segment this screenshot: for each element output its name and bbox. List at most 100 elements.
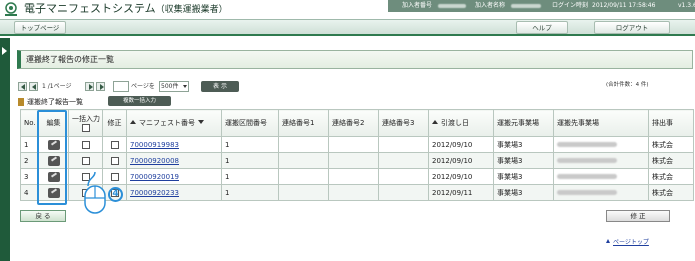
first-page-icon[interactable] [18,82,27,91]
bulk-input-checkbox[interactable] [81,156,90,165]
col-handover-header[interactable]: 引渡し日 [428,109,494,137]
sort-asc-icon [130,120,136,124]
dest-cell [553,152,649,169]
nav-bar: トップページ ヘルプ ログアウト [0,19,695,36]
subscriber-no-label: 加入者番号 [402,2,433,9]
fix-cell [102,136,127,153]
page-top-link[interactable]: ページトップ [613,237,649,246]
pencil-icon [18,98,24,106]
page-suffix-label: ページを [131,83,155,90]
total-count: (合計件数：4 件) [606,82,649,88]
dest-cell [553,184,649,201]
ref3-cell [378,184,429,201]
edit-column-highlight [37,110,67,205]
handover-cell: 2012/09/10 [428,136,494,153]
col-origin-header: 運搬元事業場 [493,109,554,137]
ref2-cell [328,152,379,169]
ref1-cell [278,184,329,201]
row-no: 2 [20,152,39,169]
col-discharger-header: 排出事 [648,109,694,137]
bulk-input-button[interactable]: 複数一括入力 [108,96,171,106]
origin-cell: 事業場3 [493,136,554,153]
section-cell: 1 [221,136,279,153]
prev-page-icon[interactable] [29,82,38,91]
page: 電子マニフェストシステム（収集運搬業者） 加入者番号 加入者名称 ログイン時刻 … [0,0,695,261]
table-header-row: No. 編集 一括入力 修正 マニフェスト番号 運搬区間番号 連絡番号1 連絡番… [20,109,694,137]
expand-arrow-icon [2,47,7,55]
next-page-icon[interactable] [85,82,94,91]
subscriber-name-value [511,0,541,12]
manifest-link[interactable]: 70000920019 [130,173,179,181]
col-manifest-label: マニフェスト番号 [139,119,195,127]
table-row: 2 70000920008 1 2012/09/10 事業場3 株式会 [20,152,694,169]
page-title: 運搬終了報告の修正一覧 [17,50,693,69]
login-time-label: ログイン時刻 [552,2,589,9]
ref3-cell [378,168,429,185]
fix-checkbox[interactable] [110,172,119,181]
ref2-cell [328,136,379,153]
report-table: No. 編集 一括入力 修正 マニフェスト番号 運搬区間番号 連絡番号1 連絡番… [20,109,694,201]
redacted-text [557,142,617,147]
ref1-cell [278,168,329,185]
subscriber-no-value [438,0,466,12]
discharger-cell: 株式会 [648,184,694,201]
sort-desc-icon [198,120,204,124]
page-indicator: 1 /1ページ [42,83,72,90]
redacted-text [557,174,617,179]
redacted-text [557,158,617,163]
table-section-title-text: 運搬終了報告一覧 [27,98,83,106]
col-bulk-input-header: 一括入力 [68,109,103,137]
bulk-input-checkbox[interactable] [81,140,90,149]
app-header: 電子マニフェストシステム（収集運搬業者） 加入者番号 加入者名称 ログイン時刻 … [0,0,695,19]
page-size-select[interactable]: 500件 [159,81,189,92]
last-page-icon[interactable] [96,82,105,91]
help-button[interactable]: ヘルプ [516,21,568,34]
fix-cell [102,152,127,169]
manifest-cell: 70000920233 [126,184,222,201]
ref3-cell [378,136,429,153]
col-manifest-header[interactable]: マニフェスト番号 [126,109,222,137]
select-all-checkbox[interactable] [81,124,90,132]
top-page-button[interactable]: トップページ [14,21,66,34]
login-time-value: 2012/09/11 17:58:46 [592,2,656,9]
sort-asc-icon [432,120,438,124]
ref2-cell [328,184,379,201]
app-title-main: 電子マニフェストシステム [24,2,156,15]
section-cell: 1 [221,168,279,185]
col-section-header: 運搬区間番号 [221,109,279,137]
fix-checkbox[interactable] [110,140,119,149]
fix-checkbox[interactable] [110,156,119,165]
subscriber-name-label: 加入者名称 [475,2,506,9]
fix-button[interactable]: 修 正 [606,210,670,222]
ref2-cell [328,168,379,185]
col-ref1-header: 連絡番号1 [278,109,329,137]
sidebar-toggle[interactable] [0,38,10,261]
origin-cell: 事業場3 [493,152,554,169]
ref1-cell [278,152,329,169]
origin-cell: 事業場3 [493,184,554,201]
manifest-cell: 70000920019 [126,168,222,185]
manifest-link[interactable]: 70000919983 [130,141,179,149]
handover-cell: 2012/09/10 [428,168,494,185]
redacted-text [557,190,617,195]
page-number-input[interactable] [113,81,129,92]
col-handover-label: 引渡し日 [441,119,469,127]
ref1-cell [278,136,329,153]
manifest-link[interactable]: 70000920233 [130,189,179,197]
ref3-cell [378,152,429,169]
col-bulk-input-label: 一括入力 [72,115,100,123]
section-cell: 1 [221,184,279,201]
logout-button[interactable]: ログアウト [594,21,670,34]
manifest-link[interactable]: 70000920008 [130,157,179,165]
header-info-bar: 加入者番号 加入者名称 ログイン時刻 2012/09/11 17:58:46 v… [388,0,695,12]
show-button[interactable]: 表 示 [201,81,239,92]
origin-cell: 事業場3 [493,168,554,185]
discharger-cell: 株式会 [648,136,694,153]
col-ref2-header: 連絡番号2 [328,109,379,137]
col-fix-header: 修正 [102,109,127,137]
jwnet-logo-icon [5,2,17,16]
back-button[interactable]: 戻 る [20,210,66,222]
col-no-header: No. [20,109,39,137]
col-dest-header: 運搬先事業場 [553,109,649,137]
bulk-cell [68,136,103,153]
